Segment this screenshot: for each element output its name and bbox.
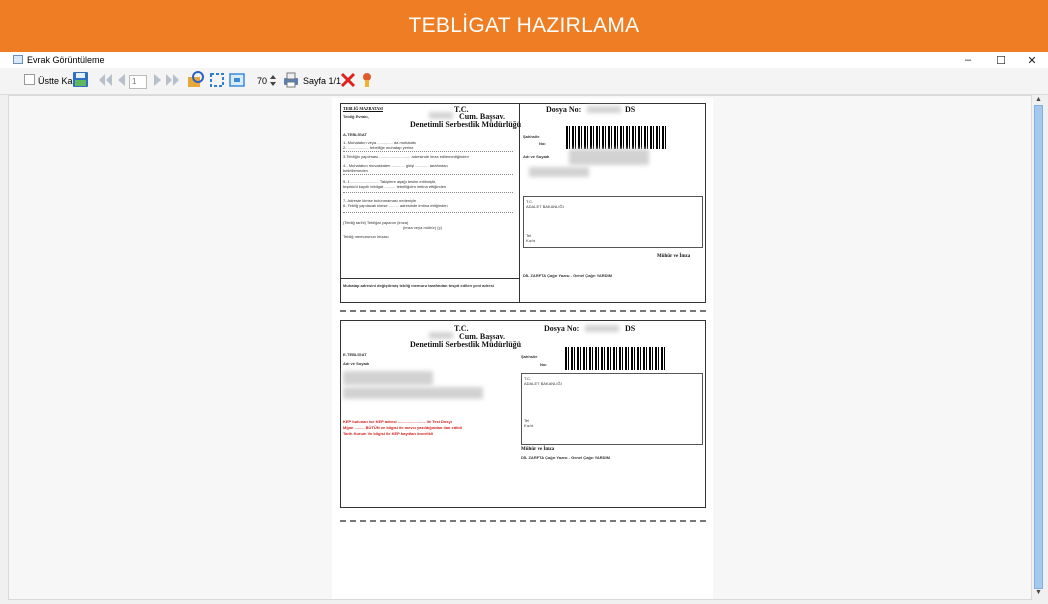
adi-soyadi-bottom: Adı ve Soyadı [343, 361, 370, 366]
scroll-down-icon[interactable]: ▼ [1035, 589, 1042, 596]
barcode-top [566, 126, 666, 149]
print-icon[interactable] [282, 71, 300, 89]
kep-note-3: Tarih Kurum Ve bilgisi ile KEP kayıtları… [343, 431, 434, 436]
form-row-9: Tebliğ memurunun imzası [343, 234, 389, 239]
first-page-icon[interactable] [97, 72, 113, 88]
pin-icon[interactable] [360, 71, 374, 89]
dosya-label-bottom: Dosya No: [544, 324, 580, 333]
minimize-button[interactable]: – [953, 52, 983, 68]
window-title: Evrak Görüntüleme [27, 55, 105, 65]
prev-page-icon[interactable] [115, 72, 127, 88]
zoom-spin-icon[interactable] [269, 74, 277, 88]
document-viewer[interactable]: TEBLİĞ MAZBATASI T.C. Tebliğ Evrakı, Cum… [8, 95, 1032, 600]
section-e: E-TEBLİGAT [343, 352, 367, 357]
kizb-bottom: Kız/ıt [524, 423, 534, 428]
next-page-icon[interactable] [152, 72, 164, 88]
directorate-bottom: Denetimli Serbestlik Müdürlüğü [410, 340, 522, 349]
cut-line-1 [340, 310, 706, 312]
kep-note-2: Mğım ......... BÜTÜN ve bilgisi ile mevc… [343, 425, 462, 430]
teblig-form-bottom: T.C. Cum. Başsav. Denetimli Serbestlik M… [340, 320, 706, 508]
sami-no-bottom: Noı [540, 362, 547, 367]
page-count-label: Sayfa 1/1 [303, 76, 342, 86]
banner-title: TEBLİGAT HAZIRLAMA [408, 14, 640, 37]
sami-ila-top: Şahhsile [523, 134, 540, 139]
form-row-6: 6- Tebliğ yapılacak kimse ......... adre… [343, 203, 448, 208]
bottom-right-bottom: DİL ZARFTA Çağrı Yazısı - Genel Çağrı YA… [521, 455, 610, 460]
close-doc-icon[interactable] [340, 71, 356, 89]
directorate: Denetimli Serbestlik Müdürlüğü [410, 120, 522, 129]
fit-width-icon[interactable] [228, 71, 246, 89]
kizb-top: Kız/ıt [526, 238, 536, 243]
form-row-3: 3.Tebliğin yapılması ...................… [343, 154, 469, 159]
section-a: A-TEBLİGAT [343, 132, 367, 137]
ds-top: DS [625, 105, 636, 114]
ministry-bottom: ADALET BAKANLIĞI [524, 381, 562, 386]
window-icon [13, 55, 23, 64]
stay-on-top-checkbox[interactable] [24, 74, 35, 85]
zoom-value[interactable]: 70 [257, 76, 267, 86]
kep-note-1: KEP bulunan ise KEP adresi .............… [343, 419, 452, 424]
bottom-left-note: Muhatap adresini değiştirmiş tebliğ memu… [343, 283, 494, 288]
bottom-right-top: DİL ZARFTA Çağrı Yazısı - Genel Çağrı YA… [523, 273, 612, 278]
maximize-button[interactable]: ☐ [986, 52, 1016, 68]
form-row-8b: (imza veya mühür) (ç) [403, 225, 442, 230]
save-icon[interactable] [72, 71, 90, 89]
vertical-scrollbar[interactable]: ▲ ▼ [1031, 95, 1046, 598]
sami-ila-bottom: Şahhsile [521, 354, 538, 359]
adi-soyadi-top: Adı ve Soyadı [523, 154, 550, 159]
page-number-input[interactable]: 1 [129, 75, 147, 89]
recipient-box-top: T.C. ADALET BAKANLIĞI Tel Kız/ıt [523, 196, 703, 248]
form-row-8: (Tebliğ tarihi) Tebliğat yapanın (imza) [343, 220, 409, 225]
scroll-up-icon[interactable]: ▲ [1035, 96, 1042, 103]
viewer-toolbar: Üstte Kal 1 70 Sayfa 1/1 [0, 68, 1048, 95]
recipient-box-bottom: T.C. ADALET BAKANLIĞI Tel Kız/ıt [521, 373, 703, 445]
dosya-label-top: Dosya No: [546, 105, 582, 114]
window-titlebar: Evrak Görüntüleme – ☐ ✕ [0, 52, 1048, 68]
form-row-2: 2- ................... tebelliğe muhatap… [343, 145, 414, 150]
refresh-icon[interactable] [186, 71, 206, 89]
barcode-bottom [565, 347, 665, 370]
form-header-left: TEBLİĞ MAZBATASI [343, 106, 383, 111]
teblig-form-top: TEBLİĞ MAZBATASI T.C. Tebliğ Evrakı, Cum… [340, 103, 706, 303]
ministry-top: ADALET BAKANLIĞI [526, 204, 564, 209]
form-row-4b: belirtilemeden [343, 168, 368, 173]
banner: TEBLİGAT HAZIRLAMA [0, 0, 1048, 52]
stay-on-top-label: Üstte Kal [38, 76, 75, 86]
document-page: TEBLİĞ MAZBATASI T.C. Tebliğ Evrakı, Cum… [332, 98, 713, 599]
last-page-icon[interactable] [165, 72, 181, 88]
teblig-evraki-label: Tebliğ Evrakı, [343, 114, 369, 119]
cut-line-2 [340, 520, 706, 522]
ds-bottom: DS [625, 324, 636, 333]
muhur-bottom: Mühür ve İmza [521, 447, 555, 452]
sami-no-top: Noı [539, 141, 546, 146]
scroll-thumb[interactable] [1034, 105, 1043, 589]
form-row-5b: teşekkül kayıtlı tebligat .......... teb… [343, 184, 447, 189]
muhur-top: Mühür ve İmza [657, 254, 691, 259]
fit-page-icon[interactable] [208, 71, 226, 89]
close-window-button[interactable]: ✕ [1017, 52, 1047, 68]
